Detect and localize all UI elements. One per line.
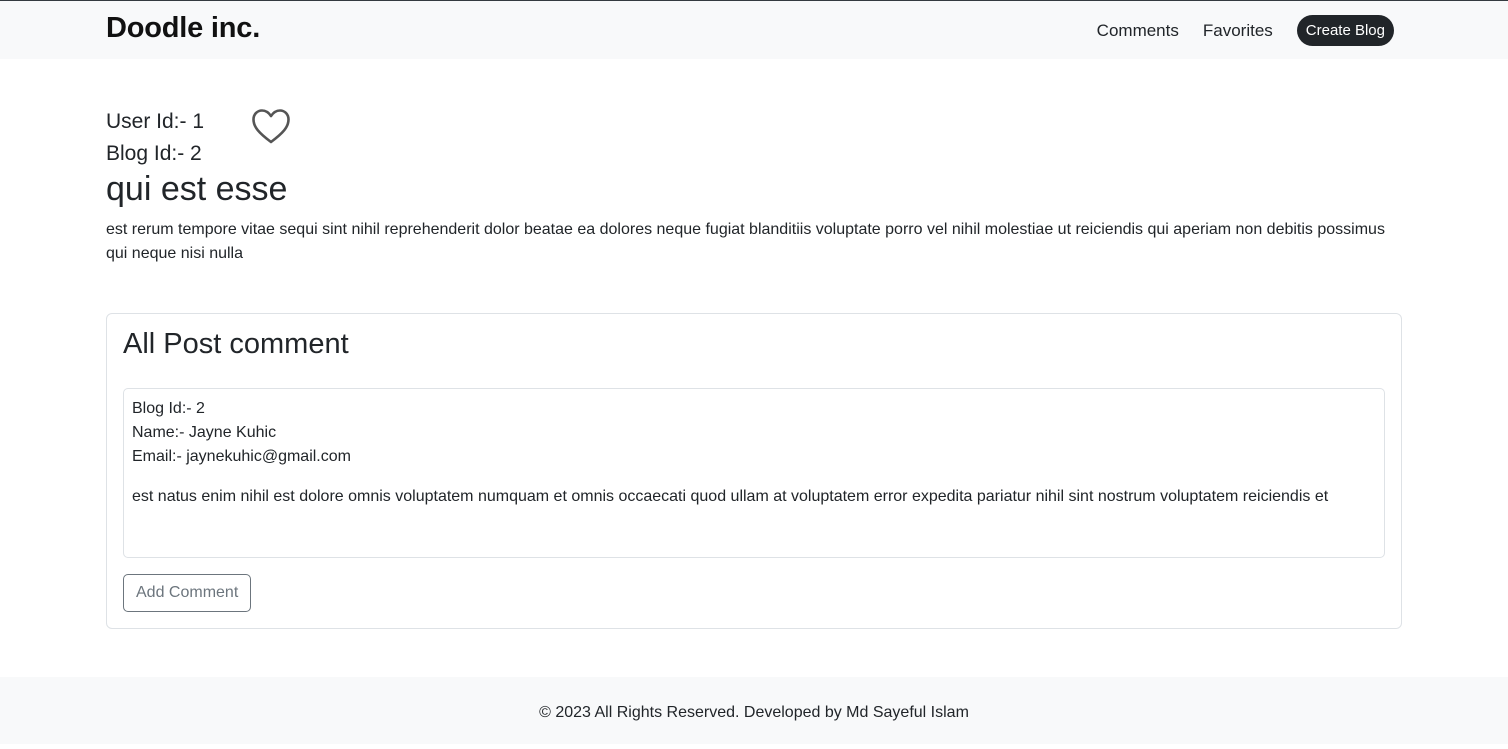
comment-blog-id: Blog Id:- 2 [132,400,205,417]
navbar: Doodle inc. Comments Favorites Create Bl… [0,0,1508,59]
comments-title: All Post comment [123,328,349,360]
nav-link-favorites[interactable]: Favorites [1203,15,1273,46]
nav-links: Comments Favorites Create Blog [1097,15,1394,46]
brand-logo[interactable]: Doodle inc. [106,12,260,45]
comment-body: est natus enim nihil est dolore omnis vo… [132,488,1329,505]
post-body: est rerum tempore vitae sequi sint nihil… [106,221,1385,262]
post-meta: User Id:- 1 Blog Id:- 2 [106,106,204,170]
footer: © 2023 All Rights Reserved. Developed by… [0,677,1508,744]
nav-link-comments[interactable]: Comments [1097,15,1179,46]
comment-author-name: Name:- Jayne Kuhic [132,424,277,441]
footer-copyright: © 2023 All Rights Reserved. Developed by… [539,704,969,721]
post-blog-id: Blog Id:- 2 [106,142,202,165]
post-user-id: User Id:- 1 [106,110,205,133]
post-title: qui est esse [106,170,288,208]
comment-item: Blog Id:- 2 Name:- Jayne Kuhic Email:- j… [123,388,1385,558]
heart-outline-icon[interactable] [251,108,291,146]
comment-author-email: Email:- jaynekuhic@gmail.com [132,448,351,465]
comments-card: All Post comment Blog Id:- 2 Name:- Jayn… [106,313,1402,629]
add-comment-button[interactable]: Add Comment [123,574,252,612]
create-blog-button[interactable]: Create Blog [1296,15,1394,46]
